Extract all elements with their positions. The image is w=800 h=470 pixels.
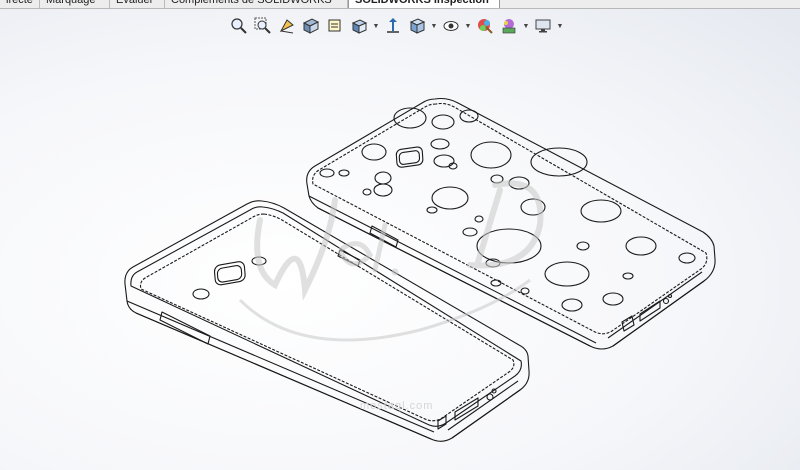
tab-markup[interactable]: Marquage	[40, 0, 110, 8]
tab-solidworks-addins[interactable]: Compléments de SOLIDWORKS	[165, 0, 348, 8]
heads-up-view-toolbar: ▼ ▼ ▼ ▼ ▼	[228, 14, 564, 38]
zoom-to-fit-icon[interactable]	[228, 15, 250, 37]
view-settings-dropdown-icon[interactable]: ▼	[556, 15, 564, 37]
edit-appearance-icon[interactable]	[474, 15, 496, 37]
display-style-dropdown-icon[interactable]: ▼	[430, 15, 438, 37]
view-orientation-icon[interactable]	[348, 15, 370, 37]
display-style-icon[interactable]	[406, 15, 428, 37]
command-manager-tabs: irecte Marquage Evaluer Compléments de S…	[0, 0, 800, 9]
tab-evaluate[interactable]: Evaluer	[110, 0, 165, 8]
watermark-site-text: mostaql.com	[360, 400, 434, 412]
view-orientation-dropdown-icon[interactable]: ▼	[372, 15, 380, 37]
tab-solidworks-inspection[interactable]: SOLIDWORKS Inspection	[348, 0, 500, 8]
apply-scene-dropdown-icon[interactable]: ▼	[522, 15, 530, 37]
normal-to-icon[interactable]	[382, 15, 404, 37]
section-view-icon[interactable]	[300, 15, 322, 37]
hide-show-items-icon[interactable]	[440, 15, 462, 37]
zoom-to-area-icon[interactable]	[252, 15, 274, 37]
tab-direct-edit[interactable]: irecte	[0, 0, 40, 8]
previous-view-icon[interactable]	[276, 15, 298, 37]
watermark-logo	[238, 180, 544, 342]
view-settings-icon[interactable]	[532, 15, 554, 37]
hide-show-dropdown-icon[interactable]: ▼	[464, 15, 472, 37]
dynamic-annotation-icon[interactable]	[324, 15, 346, 37]
apply-scene-icon[interactable]	[498, 15, 520, 37]
perforated-phone-case-model	[306, 97, 716, 350]
